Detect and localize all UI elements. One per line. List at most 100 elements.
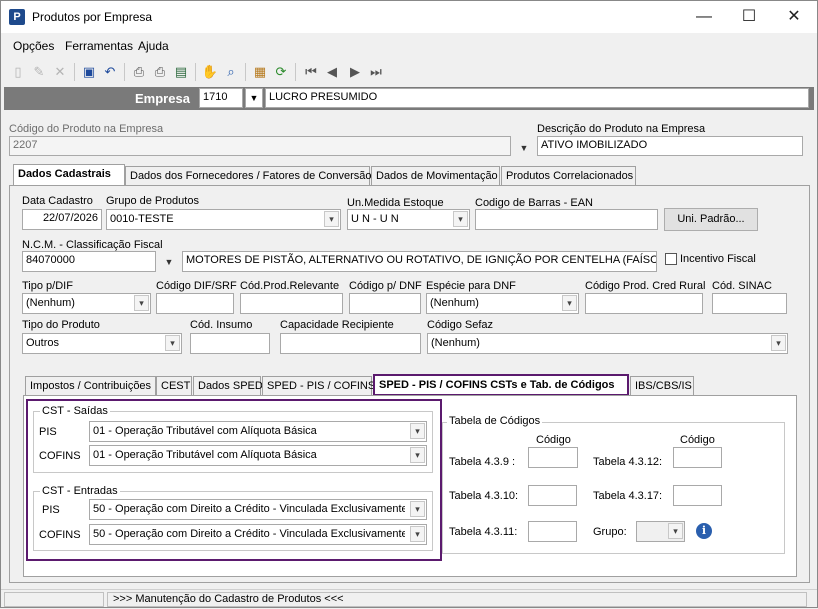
chevron-down-icon[interactable]: ▾ — [453, 211, 468, 227]
subtab-cest[interactable]: CEST — [156, 376, 192, 396]
ncm-description-field: MOTORES DE PISTÃO, ALTERNATIVO OU ROTATI… — [182, 251, 657, 272]
chevron-down-icon[interactable]: ▾ — [410, 501, 425, 517]
codigo-dif-field[interactable] — [156, 293, 234, 314]
cod-insumo-label: Cód. Insumo — [190, 319, 253, 331]
ncm-dropdown-icon[interactable]: ▼ — [159, 252, 179, 272]
chevron-down-icon[interactable]: ▾ — [134, 295, 149, 311]
entradas-cofins-label: COFINS — [39, 529, 81, 541]
hand-icon[interactable]: ✋ — [201, 63, 219, 81]
tabela-4317-field[interactable] — [673, 485, 722, 506]
codigo-sefaz-select[interactable]: (Nenhum) ▾ — [427, 333, 788, 354]
uni-padrao-button[interactable]: Uni. Padrão... — [664, 208, 758, 231]
last-record-icon[interactable]: ⏭ — [367, 63, 385, 81]
save-icon[interactable]: ▣ — [80, 63, 98, 81]
entradas-cofins-select[interactable]: 50 - Operação com Direito a Crédito - Vi… — [89, 524, 427, 545]
info-icon[interactable]: i — [696, 523, 712, 539]
descricao-produto-field[interactable]: ATIVO IMOBILIZADO — [537, 136, 803, 156]
unidade-medida-select[interactable]: U N - U N ▾ — [347, 209, 470, 230]
refresh-icon[interactable]: ⟳ — [272, 63, 290, 81]
cod-prod-cred-rural-field[interactable] — [585, 293, 703, 314]
entradas-pis-select[interactable]: 50 - Operação com Direito a Crédito - Vi… — [89, 499, 427, 520]
chevron-down-icon[interactable]: ▾ — [771, 335, 786, 351]
menu-ajuda[interactable]: Ajuda — [138, 39, 169, 53]
maximize-button[interactable]: ☐ — [726, 1, 772, 33]
cod-sinac-label: Cód. SINAC — [712, 280, 772, 292]
tabela-439-field[interactable] — [528, 447, 578, 468]
tab-dados-fornecedores[interactable]: Dados dos Fornecedores / Fatores de Conv… — [125, 166, 372, 186]
saidas-pis-select[interactable]: 01 - Operação Tributável com Alíquota Bá… — [89, 421, 427, 442]
menu-bar: Opções Ferramentas Ajuda — [1, 35, 817, 57]
tab-dados-cadastrais[interactable]: Dados Cadastrais — [13, 164, 125, 186]
print-icon[interactable]: ⎙ — [130, 63, 148, 81]
tabela-4310-label: Tabela 4.3.10: — [449, 490, 519, 502]
chevron-down-icon[interactable]: ▾ — [410, 423, 425, 439]
undo-icon[interactable]: ↶ — [101, 63, 119, 81]
incentivo-fiscal-label: Incentivo Fiscal — [680, 253, 756, 265]
subtab-dados-sped[interactable]: Dados SPED — [193, 376, 263, 396]
tabela-4310-field[interactable] — [528, 485, 577, 506]
properties-icon[interactable]: ▦ — [251, 63, 269, 81]
empresa-name-field: LUCRO PRESUMIDO — [265, 88, 809, 108]
first-record-icon[interactable]: ⏮ — [302, 63, 320, 81]
descricao-produto-label: Descrição do Produto na Empresa — [537, 123, 706, 135]
tab-dados-movimentacao[interactable]: Dados de Movimentação — [371, 166, 500, 186]
grupo-produtos-select[interactable]: 0010-TESTE ▾ — [106, 209, 341, 230]
incentivo-fiscal-checkbox[interactable] — [665, 253, 677, 265]
ncm-field[interactable]: 84070000 — [22, 251, 156, 272]
subtab-ibs-cbs-is[interactable]: IBS/CBS/IS — [630, 376, 694, 396]
empresa-code-field[interactable]: 1710 — [199, 88, 243, 108]
codigo-dnf-field[interactable] — [349, 293, 421, 314]
chevron-down-icon[interactable]: ▾ — [324, 211, 339, 227]
chevron-down-icon[interactable]: ▾ — [410, 447, 425, 463]
grupo-select[interactable]: ▾ — [636, 521, 685, 542]
cod-sinac-field[interactable] — [712, 293, 787, 314]
tabela-4312-field[interactable] — [673, 447, 722, 468]
cod-prod-cred-rural-label: Código Prod. Cred Rural — [585, 280, 706, 292]
codigo-barras-field[interactable] — [475, 209, 658, 230]
menu-ferramentas[interactable]: Ferramentas — [65, 39, 133, 53]
grupo-produtos-value: 0010-TESTE — [110, 213, 174, 225]
chevron-down-icon[interactable]: ▾ — [410, 526, 425, 542]
empresa-dropdown-button[interactable]: ▼ — [245, 88, 263, 108]
prev-record-icon[interactable]: ◀ — [323, 63, 341, 81]
saidas-pis-label: PIS — [39, 426, 57, 438]
print-preview-icon[interactable]: ⎙ — [151, 63, 169, 81]
codigo-produto-label: Código do Produto na Empresa — [9, 123, 164, 135]
tab-produtos-correlacionados[interactable]: Produtos Correlacionados — [501, 166, 636, 186]
toolbar: ▯ ✎ ✕ ▣ ↶ ⎙ ⎙ ▤ ✋ ⌕ ▦ ⟳ ⏮ ◀ ▶ ⏭ — [1, 59, 817, 85]
chevron-down-icon[interactable]: ▾ — [165, 335, 180, 351]
close-button[interactable]: ✕ — [771, 1, 817, 33]
subtab-sped-pis-cofins[interactable]: SPED - PIS / COFINS — [262, 376, 375, 396]
minimize-button[interactable]: — — [681, 1, 727, 33]
app-icon: P — [9, 9, 25, 25]
unidade-medida-value: U N - U N — [351, 213, 399, 225]
codigo-produto-dropdown-icon[interactable]: ▼ — [515, 138, 533, 158]
next-record-icon[interactable]: ▶ — [346, 63, 364, 81]
cod-insumo-field[interactable] — [190, 333, 270, 354]
data-cadastro-field[interactable]: 22/07/2026 — [22, 209, 102, 230]
tipo-dif-label: Tipo p/DIF — [22, 280, 73, 292]
search-icon[interactable]: ⌕ — [222, 63, 240, 81]
menu-opcoes[interactable]: Opções — [13, 39, 54, 53]
cod-prod-relevante-field[interactable] — [240, 293, 343, 314]
tabela-4311-field[interactable] — [528, 521, 577, 542]
chevron-down-icon[interactable]: ▾ — [562, 295, 577, 311]
tipo-produto-select[interactable]: Outros ▾ — [22, 333, 182, 354]
chevron-down-icon[interactable]: ▾ — [668, 523, 683, 539]
title-bar: P Produtos por Empresa — ☐ ✕ — [1, 1, 817, 33]
cod-prod-relevante-label: Cód.Prod.Relevante — [240, 280, 340, 292]
especie-dnf-select[interactable]: (Nenhum) ▾ — [426, 293, 579, 314]
tipo-dif-select[interactable]: (Nenhum) ▾ — [22, 293, 151, 314]
edit-icon[interactable]: ✎ — [30, 63, 48, 81]
tipo-produto-value: Outros — [26, 337, 60, 349]
export-icon[interactable]: ▤ — [172, 63, 190, 81]
codigo-produto-field[interactable]: 2207 — [9, 136, 511, 156]
subtab-impostos[interactable]: Impostos / Contribuições — [25, 376, 156, 396]
saidas-cofins-select[interactable]: 01 - Operação Tributável com Alíquota Bá… — [89, 445, 427, 466]
delete-icon[interactable]: ✕ — [51, 63, 69, 81]
new-doc-icon[interactable]: ▯ — [9, 63, 27, 81]
tipo-dif-value: (Nenhum) — [26, 297, 75, 309]
capacidade-field[interactable] — [280, 333, 421, 354]
tabela-4317-label: Tabela 4.3.17: — [593, 490, 663, 502]
subtab-sped-csts-tab-codigos[interactable]: SPED - PIS / COFINS CSTs e Tab. de Códig… — [373, 374, 629, 396]
